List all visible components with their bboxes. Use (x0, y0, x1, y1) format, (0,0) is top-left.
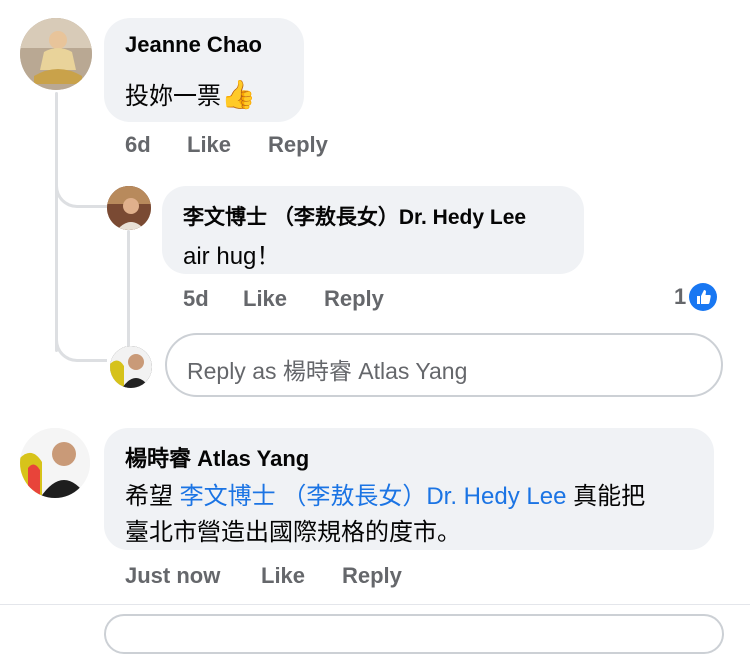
avatar-hedy-lee[interactable] (107, 186, 151, 230)
section-divider (0, 604, 750, 605)
person-photo-icon (20, 18, 92, 90)
mention-link-hedy-lee[interactable]: 李文博士 （李敖長女）Dr. Hedy Lee (180, 483, 567, 510)
like-button-hedy[interactable]: Like (243, 286, 287, 312)
comment-author-atlas[interactable]: 楊時睿 Atlas Yang (125, 441, 309, 473)
person-photo-icon (20, 428, 90, 498)
like-button-jeanne[interactable]: Like (187, 132, 231, 158)
comment-time-jeanne[interactable]: 6d (125, 132, 151, 158)
reply-button-hedy[interactable]: Reply (324, 286, 384, 312)
comment-text-hedy: air hug！ (183, 243, 281, 270)
reply-button-jeanne[interactable]: Reply (268, 132, 328, 158)
comment-text-prefix: 希望 (125, 483, 180, 510)
reply-button-atlas[interactable]: Reply (342, 563, 402, 589)
reply-input[interactable]: Reply as 楊時睿 Atlas Yang (165, 333, 723, 397)
thread-line-branch-1 (55, 170, 107, 208)
reply-input-placeholder: Reply as 楊時睿 Atlas Yang (187, 358, 468, 384)
comment-time-atlas[interactable]: Just now (125, 563, 220, 589)
thread-line-branch-2 (55, 322, 107, 362)
person-photo-icon (107, 186, 151, 230)
comment-text-suffix: 真能把 (566, 483, 646, 510)
reaction-count[interactable]: 1 (674, 283, 718, 311)
reply-thread-line (127, 230, 130, 348)
comment-text-atlas-line2: 臺北市營造出國際規格的度市。 (125, 519, 461, 546)
next-comment-box-partial[interactable] (104, 614, 724, 654)
avatar-current-user[interactable] (110, 346, 152, 388)
thumbs-up-icon: 👍 (221, 79, 256, 110)
like-reaction-icon (689, 283, 718, 311)
comment-author-hedy[interactable]: 李文博士 （李敖長女）Dr. Hedy Lee (183, 201, 526, 231)
reaction-count-value: 1 (674, 284, 687, 309)
comment-text-atlas-line1: 希望 李文博士 （李敖長女）Dr. Hedy Lee 真能把 (125, 476, 645, 511)
thread-line-vertical (55, 92, 58, 352)
avatar-atlas-yang[interactable] (20, 428, 90, 498)
comment-text-jeanne: 投妳一票👍 (125, 76, 256, 111)
avatar-jeanne-chao[interactable] (20, 18, 92, 90)
comment-time-hedy[interactable]: 5d (183, 286, 209, 312)
comment-author-jeanne[interactable]: Jeanne Chao (125, 32, 262, 58)
comment-text-body: 投妳一票 (125, 83, 221, 110)
person-photo-icon (110, 346, 152, 388)
like-button-atlas[interactable]: Like (261, 563, 305, 589)
